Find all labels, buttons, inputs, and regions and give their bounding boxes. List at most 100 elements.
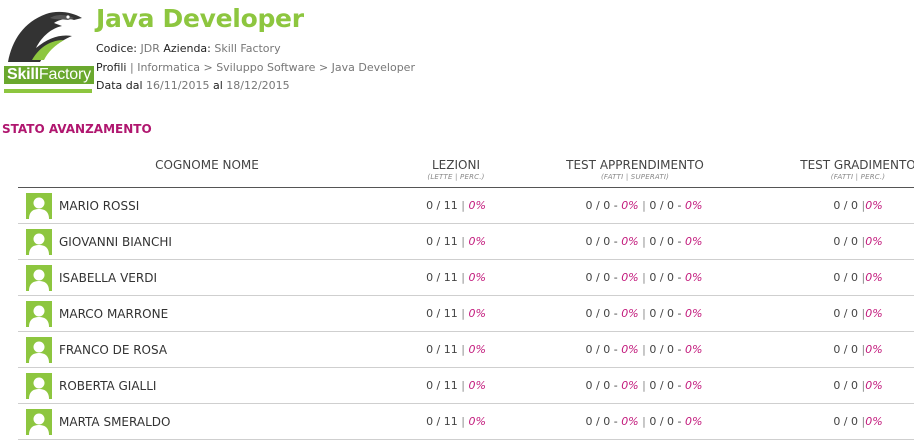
student-name[interactable]: MARIO ROSSI (59, 199, 139, 213)
avatar (26, 193, 52, 219)
table-row: FRANCO DE ROSA 0 / 11 | 0% 0 / 0 - 0% | 0 … (18, 332, 914, 368)
user-avatar-icon (29, 377, 49, 399)
test-apprendimento-cell: 0 / 0 - 0% | 0 / 0 - 0% (585, 379, 703, 392)
lezioni-cell: 0 / 11 | 0% (426, 379, 486, 392)
table-row: ISABELLA VERDI 0 / 11 | 0% 0 / 0 - 0% | 0 … (18, 260, 914, 296)
lezioni-cell: 0 / 11 | 0% (426, 235, 486, 248)
table-row: ROBERTA GIALLI 0 / 11 | 0% 0 / 0 - 0% | 0 … (18, 368, 914, 404)
test-superati-value: 0 / 0 - (649, 415, 682, 428)
user-avatar-icon (29, 233, 49, 255)
test-fatti-percent: 0% (621, 307, 639, 320)
lezioni-percent: 0% (468, 343, 486, 356)
lezioni-value: 0 / 11 (426, 415, 458, 428)
lezioni-cell: 0 / 11 | 0% (426, 343, 486, 356)
student-name[interactable]: MARCO MARRONE (59, 307, 168, 321)
avatar (26, 337, 52, 363)
test-superati-value: 0 / 0 - (649, 379, 682, 392)
gradimento-value: 0 / 0 (833, 307, 859, 320)
user-avatar-icon (29, 413, 49, 435)
lezioni-percent: 0% (468, 379, 486, 392)
col-header-name: COGNOME NOME (155, 158, 259, 172)
student-name[interactable]: MARTA SMERALDO (59, 415, 170, 429)
test-fatti-percent: 0% (621, 415, 639, 428)
user-avatar-icon (29, 197, 49, 219)
test-superati-percent: 0% (685, 343, 703, 356)
data-al-label: al (212, 79, 223, 92)
test-gradimento-cell: 0 / 0 |0% (833, 379, 883, 392)
page-title: Java Developer (96, 4, 304, 33)
lezioni-percent: 0% (468, 199, 486, 212)
lezioni-value: 0 / 11 (426, 199, 458, 212)
user-avatar-icon (29, 269, 49, 291)
lezioni-percent: 0% (468, 307, 486, 320)
table-row: MARTA SMERALDO 0 / 11 | 0% 0 / 0 - 0% | 0 … (18, 404, 914, 440)
gradimento-percent: 0% (865, 307, 883, 320)
codice-label: Codice: (96, 42, 137, 55)
gradimento-value: 0 / 0 (833, 343, 859, 356)
test-gradimento-cell: 0 / 0 |0% (833, 343, 883, 356)
test-superati-value: 0 / 0 - (649, 271, 682, 284)
gradimento-percent: 0% (865, 415, 883, 428)
azienda-value: Skill Factory (214, 42, 281, 55)
codice-value: JDR (140, 42, 160, 55)
logo-underline (4, 89, 92, 93)
test-superati-percent: 0% (685, 379, 703, 392)
data-dal-value: 16/11/2015 (146, 79, 210, 92)
avatar (26, 409, 52, 435)
profili-value: Informatica > Sviluppo Software > Java D… (137, 61, 415, 74)
lezioni-cell: 0 / 11 | 0% (426, 271, 486, 284)
test-superati-percent: 0% (685, 307, 703, 320)
gradimento-value: 0 / 0 (833, 379, 859, 392)
student-name[interactable]: ROBERTA GIALLI (59, 379, 156, 393)
test-fatti-percent: 0% (621, 379, 639, 392)
col-subheader-lezioni: (LETTE | PERC.) (427, 173, 485, 181)
test-apprendimento-cell: 0 / 0 - 0% | 0 / 0 - 0% (585, 343, 703, 356)
col-subheader-test-gradimento: (FATTI | PERC.) (830, 173, 886, 181)
table-row: GIOVANNI BIANCHI 0 / 11 | 0% 0 / 0 - 0% | … (18, 224, 914, 260)
student-name[interactable]: FRANCO DE ROSA (59, 343, 167, 357)
test-superati-percent: 0% (685, 235, 703, 248)
col-header-test-gradimento: TEST GRADIMENTO (FATTI | PERC.) (770, 158, 914, 181)
test-superati-value: 0 / 0 - (649, 343, 682, 356)
lezioni-cell: 0 / 11 | 0% (426, 307, 486, 320)
lezioni-value: 0 / 11 (426, 379, 458, 392)
gradimento-value: 0 / 0 (833, 199, 859, 212)
gradimento-value: 0 / 0 (833, 415, 859, 428)
data-al-value: 18/12/2015 (226, 79, 290, 92)
test-superati-value: 0 / 0 - (649, 307, 682, 320)
test-fatti-percent: 0% (621, 271, 639, 284)
azienda-label: Azienda: (163, 42, 211, 55)
user-avatar-icon (29, 341, 49, 363)
lezioni-cell: 0 / 11 | 0% (426, 415, 486, 428)
student-name[interactable]: ISABELLA VERDI (59, 271, 157, 285)
logo-wordmark: SkillFactory (4, 66, 94, 84)
lezioni-value: 0 / 11 (426, 235, 458, 248)
gradimento-value: 0 / 0 (833, 235, 859, 248)
lezioni-value: 0 / 11 (426, 271, 458, 284)
date-line: Data dal 16/11/2015 al 18/12/2015 (96, 79, 290, 92)
test-apprendimento-cell: 0 / 0 - 0% | 0 / 0 - 0% (585, 199, 703, 212)
test-gradimento-cell: 0 / 0 |0% (833, 199, 883, 212)
col-subheader-test-apprendimento: (FATTI | SUPERATI) (600, 173, 670, 181)
gradimento-percent: 0% (865, 271, 883, 284)
test-superati-percent: 0% (685, 271, 703, 284)
avatar (26, 373, 52, 399)
test-fatti-value: 0 / 0 - (585, 271, 618, 284)
test-fatti-value: 0 / 0 - (585, 235, 618, 248)
test-superati-value: 0 / 0 - (649, 235, 682, 248)
test-gradimento-cell: 0 / 0 |0% (833, 415, 883, 428)
student-name[interactable]: GIOVANNI BIANCHI (59, 235, 172, 249)
test-superati-percent: 0% (685, 199, 703, 212)
profili-label: Profili (96, 61, 127, 74)
skill-factory-logo[interactable]: SkillFactory (2, 2, 94, 94)
test-fatti-percent: 0% (621, 235, 639, 248)
test-fatti-value: 0 / 0 - (585, 343, 618, 356)
gradimento-percent: 0% (865, 199, 883, 212)
test-gradimento-cell: 0 / 0 |0% (833, 235, 883, 248)
avatar (26, 265, 52, 291)
lezioni-percent: 0% (468, 415, 486, 428)
test-apprendimento-cell: 0 / 0 - 0% | 0 / 0 - 0% (585, 307, 703, 320)
falcon-logo-icon (8, 11, 82, 62)
lezioni-value: 0 / 11 (426, 343, 458, 356)
test-apprendimento-cell: 0 / 0 - 0% | 0 / 0 - 0% (585, 415, 703, 428)
